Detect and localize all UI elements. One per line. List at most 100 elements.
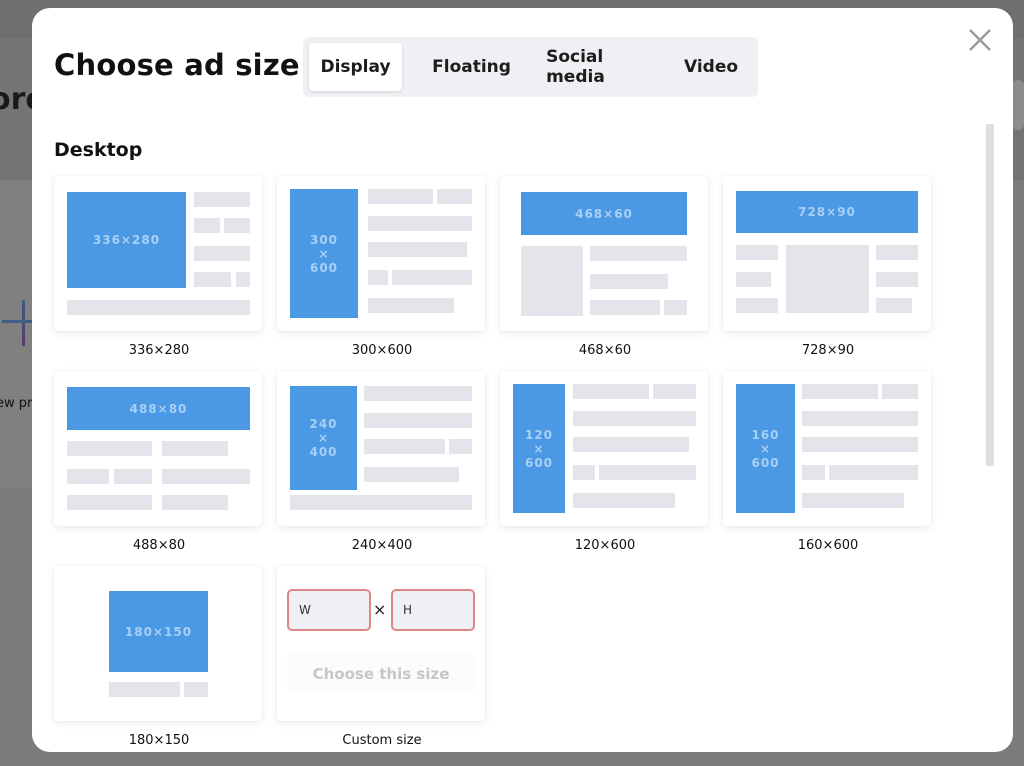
placeholder-block <box>194 192 250 207</box>
ad-preview-line: 600 <box>309 260 339 275</box>
ad-preview-line: 120 <box>524 427 554 442</box>
placeholder-block <box>67 441 152 456</box>
size-option-120x600: 120 × 600 120×600 <box>500 371 710 553</box>
placeholder-block <box>573 411 696 426</box>
placeholder-block <box>590 274 668 289</box>
ad-preview-line: 600 <box>751 455 780 470</box>
placeholder-block <box>109 682 180 697</box>
close-icon <box>969 29 991 51</box>
placeholder-block <box>736 245 778 260</box>
placeholder-block <box>802 437 918 452</box>
size-label: 300×600 <box>351 343 413 358</box>
placeholder-block <box>653 384 696 399</box>
placeholder-block <box>194 272 231 287</box>
custom-height-input[interactable]: H <box>391 589 475 631</box>
placeholder-block <box>449 439 472 454</box>
background-scrollbar <box>1012 80 1024 130</box>
section-title-desktop: Desktop <box>54 139 143 161</box>
ad-preview: 120 × 600 <box>513 384 565 513</box>
size-option-300x600: 300 × 600 300×600 <box>277 176 487 358</box>
placeholder-block <box>599 465 696 480</box>
ad-preview-line: × <box>318 246 330 261</box>
placeholder-block <box>236 272 250 287</box>
placeholder-block <box>368 298 454 313</box>
size-label: 488×80 <box>132 538 186 553</box>
custom-size-option: W × H Choose this size Custom size <box>277 566 487 748</box>
placeholder-block <box>162 469 250 484</box>
tab-video[interactable]: Video <box>670 43 752 91</box>
tab-floating[interactable]: Floating <box>412 43 531 91</box>
placeholder-block <box>573 437 689 452</box>
ad-preview-line: × <box>533 441 545 456</box>
placeholder-block <box>876 298 912 313</box>
ad-preview: 336×280 <box>67 192 186 288</box>
custom-size-card: W × H Choose this size <box>277 566 485 721</box>
times-symbol: × <box>373 600 387 619</box>
ad-preview-line: × <box>317 431 330 445</box>
ad-preview: 300 × 600 <box>290 189 358 318</box>
modal-scrollbar[interactable] <box>986 124 994 466</box>
placeholder-block <box>67 469 109 484</box>
ad-preview-line: 400 <box>309 445 338 459</box>
ad-preview: 180×150 <box>109 591 208 672</box>
choose-this-size-button[interactable]: Choose this size <box>287 654 475 694</box>
placeholder-block <box>67 495 152 510</box>
size-card[interactable]: 180×150 <box>54 566 262 721</box>
placeholder-block <box>67 300 250 315</box>
size-card[interactable]: 120 × 600 <box>500 371 708 526</box>
size-option-728x90: 728×90 728×90 <box>723 176 933 358</box>
placeholder-block <box>368 189 433 204</box>
placeholder-block <box>573 465 595 480</box>
size-option-488x80: 488×80 488×80 <box>54 371 264 553</box>
placeholder-block <box>368 270 388 285</box>
placeholder-block <box>736 272 771 287</box>
placeholder-block <box>829 465 918 480</box>
size-card[interactable]: 728×90 <box>723 176 931 331</box>
size-card[interactable]: 468×60 <box>500 176 708 331</box>
placeholder-block <box>364 467 459 482</box>
placeholder-block <box>736 298 778 313</box>
ad-preview: 240 × 400 <box>290 386 357 490</box>
placeholder-block <box>194 246 250 261</box>
placeholder-block <box>392 270 472 285</box>
placeholder-block <box>368 242 467 257</box>
placeholder-block <box>802 384 878 399</box>
ad-preview: 468×60 <box>521 192 687 235</box>
placeholder-block <box>364 413 472 428</box>
background-new-project-label: ew pr <box>0 396 33 411</box>
plus-icon <box>2 300 32 346</box>
ad-preview-line: 160 <box>751 427 780 442</box>
placeholder-block <box>364 439 445 454</box>
size-label: 160×600 <box>797 538 859 553</box>
placeholder-block <box>162 495 228 510</box>
placeholder-block <box>162 441 228 456</box>
size-option-468x60: 468×60 468×60 <box>500 176 710 358</box>
size-card[interactable]: 488×80 <box>54 371 262 526</box>
size-card[interactable]: 240 × 400 <box>277 371 485 526</box>
ad-preview-line: 300 <box>309 232 339 247</box>
placeholder-block <box>664 300 687 315</box>
tab-social-media[interactable]: Social media <box>531 43 670 91</box>
size-label: Custom size <box>342 733 422 748</box>
placeholder-block <box>114 469 152 484</box>
tab-display[interactable]: Display <box>309 43 402 91</box>
choose-ad-size-modal: Choose ad size Display Floating Social m… <box>32 8 1013 752</box>
placeholder-block <box>368 216 472 231</box>
ad-preview-line: 240 <box>309 417 338 431</box>
size-label: 180×150 <box>128 733 190 748</box>
ad-preview: 728×90 <box>736 191 918 233</box>
size-card[interactable]: 336×280 <box>54 176 262 331</box>
size-label: 728×90 <box>801 343 855 358</box>
placeholder-block <box>802 465 825 480</box>
placeholder-block <box>590 246 687 261</box>
placeholder-block <box>876 272 918 287</box>
size-card[interactable]: 300 × 600 <box>277 176 485 331</box>
size-card[interactable]: 160 × 600 <box>723 371 931 526</box>
placeholder-block <box>573 493 675 508</box>
placeholder-block <box>882 384 918 399</box>
ad-preview-line: × <box>759 441 772 456</box>
close-button[interactable] <box>966 26 994 54</box>
custom-width-input[interactable]: W <box>287 589 371 631</box>
size-label: 336×280 <box>128 343 190 358</box>
placeholder-block <box>437 189 472 204</box>
